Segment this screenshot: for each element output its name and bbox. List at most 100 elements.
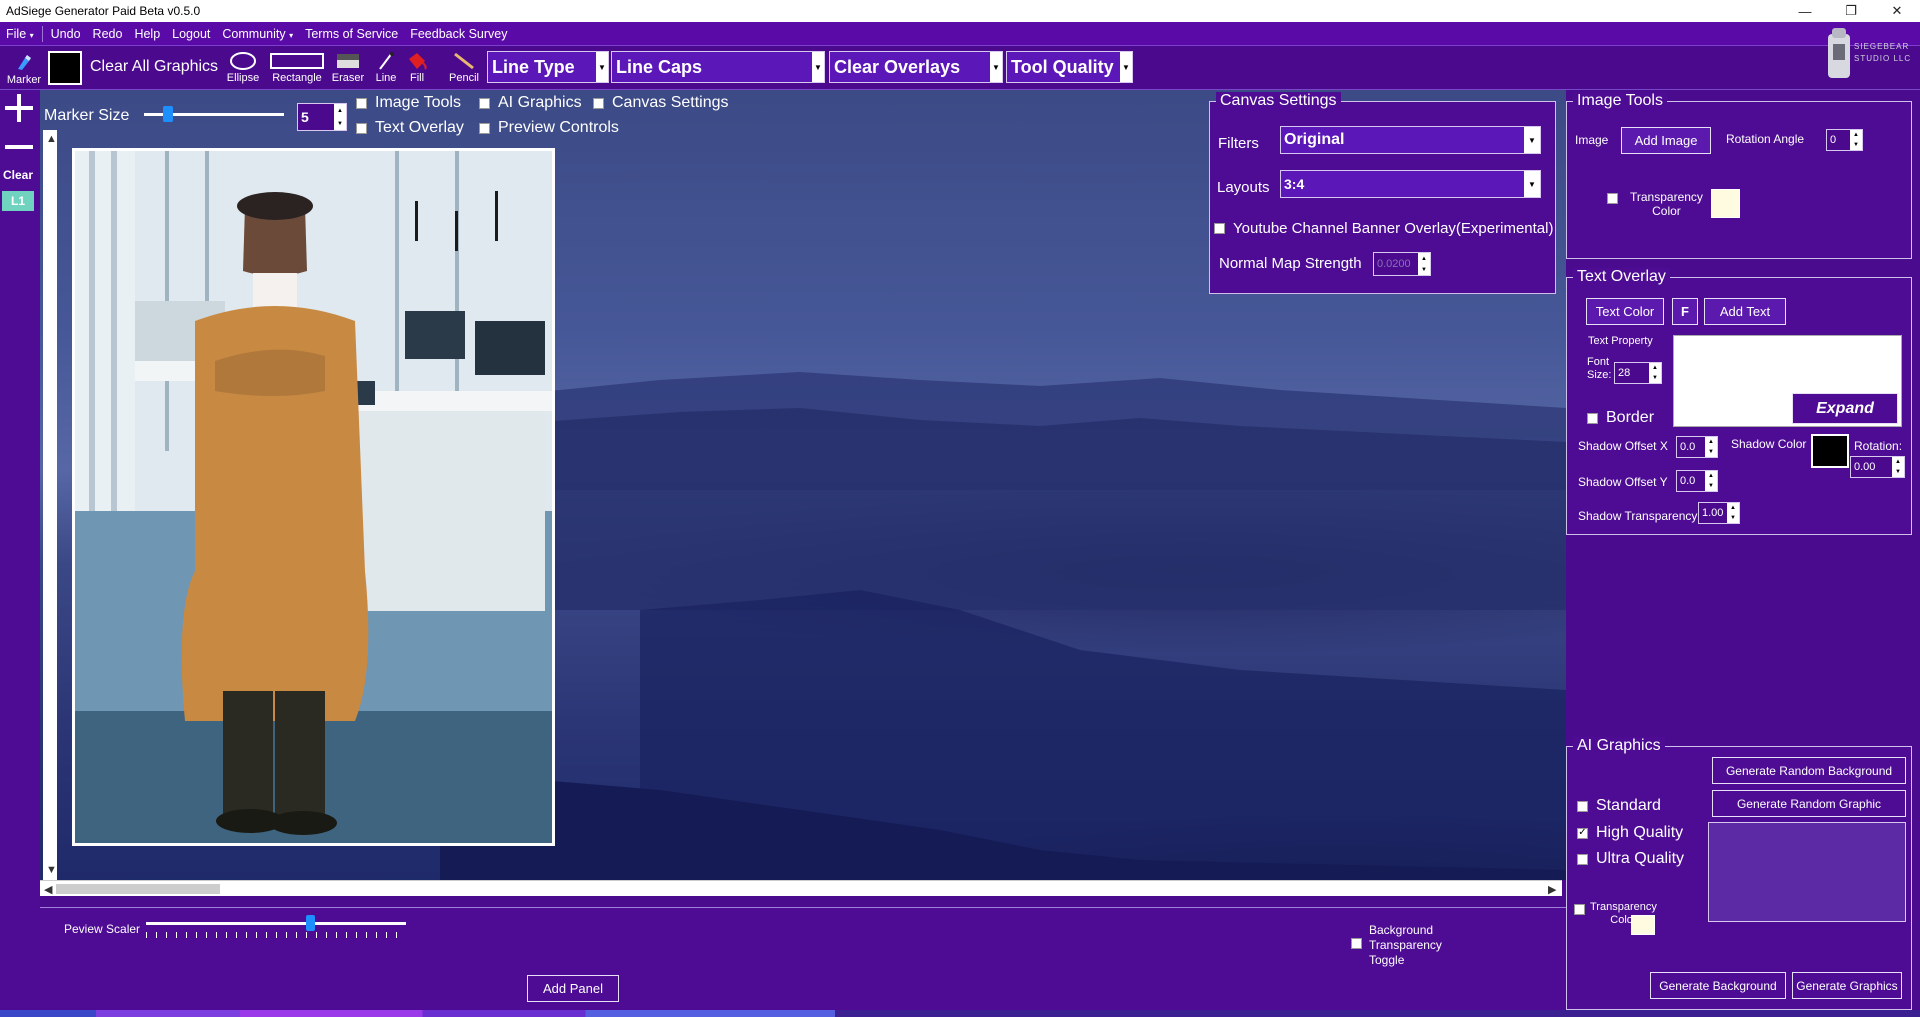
layer-l1[interactable]: L1 xyxy=(2,191,34,211)
generate-random-background-button[interactable]: Generate Random Background xyxy=(1712,757,1906,784)
preview-controls-toggle[interactable]: Preview Controls xyxy=(479,119,619,137)
stepper-arrows-icon[interactable]: ▲ ▼ xyxy=(1418,253,1430,275)
line-type-dropdown[interactable]: Line Type ▼ xyxy=(487,51,609,83)
normal-map-strength-stepper[interactable]: 0.0200 ▲ ▼ xyxy=(1373,252,1431,276)
chevron-down-icon: ▼ xyxy=(1524,171,1540,197)
text-overlay-toggle[interactable]: Text Overlay xyxy=(356,119,464,137)
line-tool[interactable]: Line xyxy=(370,50,402,84)
youtube-banner-label: Youtube Channel Banner Overlay(Experimen… xyxy=(1233,220,1554,237)
image-transparency-color-swatch[interactable] xyxy=(1711,189,1740,218)
pencil-tool[interactable]: Pencil xyxy=(446,50,482,84)
image-transparency-checkbox[interactable] xyxy=(1607,193,1626,204)
standard-quality-checkbox[interactable]: Standard xyxy=(1577,797,1661,815)
generate-random-graphic-button[interactable]: Generate Random Graphic xyxy=(1712,790,1906,817)
clear-layers-button[interactable]: Clear xyxy=(3,168,33,182)
menu-file[interactable]: File ▾ xyxy=(0,27,40,41)
remove-layer-icon[interactable] xyxy=(3,139,35,149)
scroll-right-icon[interactable]: ▶ xyxy=(1548,883,1556,896)
add-panel-button[interactable]: Add Panel xyxy=(527,975,619,1002)
checkbox-box[interactable] xyxy=(1587,412,1598,424)
minimize-button[interactable]: — xyxy=(1782,0,1828,22)
checkbox-box[interactable] xyxy=(479,97,490,109)
checkbox-box[interactable] xyxy=(479,122,490,134)
main-image-preview[interactable] xyxy=(72,148,555,846)
scroll-up-icon[interactable]: ▲ xyxy=(46,133,57,145)
checkbox-box[interactable] xyxy=(1577,800,1588,812)
ai-transparency-color-swatch[interactable] xyxy=(1631,915,1655,935)
menu-redo[interactable]: Redo xyxy=(87,27,129,41)
shadow-transparency-stepper[interactable]: 1.00 ▲ ▼ xyxy=(1698,502,1740,524)
checkbox-box[interactable] xyxy=(1351,938,1362,949)
restore-button[interactable]: ❐ xyxy=(1828,0,1874,22)
fill-tool[interactable]: Fill xyxy=(404,50,430,84)
logo-text-1: SIEGEBEAR xyxy=(1854,42,1910,51)
ai-graphics-toggle[interactable]: AI Graphics xyxy=(479,94,582,112)
tool-quality-dropdown[interactable]: Tool Quality ▼ xyxy=(1006,51,1133,83)
canvas-settings-toggle[interactable]: Canvas Settings xyxy=(593,94,729,112)
high-quality-checkbox[interactable]: ✓ High Quality xyxy=(1577,824,1683,842)
marker-color-swatch[interactable] xyxy=(48,51,82,85)
stepper-arrows-icon[interactable]: ▲ ▼ xyxy=(334,104,346,130)
generate-graphics-button[interactable]: Generate Graphics xyxy=(1792,972,1902,999)
ellipse-tool[interactable]: Ellipse xyxy=(224,50,262,84)
text-rotation-stepper[interactable]: 0.00 ▲ ▼ xyxy=(1850,456,1905,478)
vertical-scrollbar[interactable]: ▲ ▼ xyxy=(43,130,57,880)
scroll-left-icon[interactable]: ◀ xyxy=(44,883,52,896)
close-button[interactable]: ✕ xyxy=(1874,0,1920,22)
text-color-button[interactable]: Text Color xyxy=(1586,298,1664,325)
clear-overlays-dropdown[interactable]: Clear Overlays ▼ xyxy=(829,51,1003,83)
stepper-arrows-icon[interactable]: ▲ ▼ xyxy=(1649,363,1661,383)
eraser-tool[interactable]: Eraser xyxy=(330,50,366,84)
shadow-offset-x-stepper[interactable]: 0.0 ▲ ▼ xyxy=(1676,436,1718,458)
menu-community[interactable]: Community ▾ xyxy=(216,27,299,41)
preview-scaler-slider-thumb[interactable] xyxy=(305,915,315,931)
menu-terms[interactable]: Terms of Service xyxy=(299,27,404,41)
border-checkbox[interactable]: Border xyxy=(1587,409,1654,427)
rectangle-tool[interactable]: Rectangle xyxy=(268,50,326,84)
stepper-arrows-icon[interactable]: ▲ ▼ xyxy=(1892,457,1904,477)
checkmark-icon[interactable]: ✓ xyxy=(1577,827,1588,839)
ultra-quality-checkbox[interactable]: Ultra Quality xyxy=(1577,850,1684,868)
checkbox-box[interactable] xyxy=(1574,904,1585,915)
menu-feedback[interactable]: Feedback Survey xyxy=(404,27,513,41)
checkbox-box[interactable] xyxy=(356,97,367,109)
shadow-color-swatch[interactable] xyxy=(1811,434,1849,468)
checkbox-box[interactable] xyxy=(1214,223,1225,234)
rotation-angle-stepper[interactable]: 0 ▲ ▼ xyxy=(1826,129,1863,151)
shadow-offset-y-stepper[interactable]: 0.0 ▲ ▼ xyxy=(1676,470,1718,492)
layouts-dropdown[interactable]: 3:4 ▼ xyxy=(1280,170,1541,198)
add-text-button[interactable]: Add Text xyxy=(1704,298,1786,325)
line-icon xyxy=(376,50,396,72)
line-caps-dropdown[interactable]: Line Caps ▼ xyxy=(611,51,825,83)
checkbox-box[interactable] xyxy=(1577,853,1588,865)
filters-dropdown[interactable]: Original ▼ xyxy=(1280,126,1541,154)
menu-undo[interactable]: Undo xyxy=(45,27,87,41)
font-size-stepper[interactable]: 28 ▲ ▼ xyxy=(1614,362,1662,384)
stepper-arrows-icon[interactable]: ▲ ▼ xyxy=(1705,471,1717,491)
expand-button[interactable]: Expand xyxy=(1792,393,1898,424)
add-layer-icon[interactable] xyxy=(3,92,35,124)
stepper-arrows-icon[interactable]: ▲ ▼ xyxy=(1727,503,1739,523)
preview-scaler-slider-track[interactable] xyxy=(146,922,406,925)
checkbox-box[interactable] xyxy=(356,122,367,134)
marker-size-slider-thumb[interactable] xyxy=(162,106,173,122)
image-label: Image xyxy=(1575,133,1609,147)
menu-help[interactable]: Help xyxy=(128,27,166,41)
scroll-down-icon[interactable]: ▼ xyxy=(46,864,57,876)
checkbox-box[interactable] xyxy=(593,97,604,109)
stepper-arrows-icon[interactable]: ▲ ▼ xyxy=(1705,437,1717,457)
marker-tool[interactable]: Marker xyxy=(4,52,44,86)
youtube-banner-overlay-checkbox[interactable]: Youtube Channel Banner Overlay(Experimen… xyxy=(1214,220,1553,237)
checkbox-box[interactable] xyxy=(1607,193,1618,204)
horizontal-scrollbar[interactable]: ◀ ▶ xyxy=(40,880,1562,896)
background-transparency-toggle[interactable] xyxy=(1351,938,1370,949)
generate-background-button[interactable]: Generate Background xyxy=(1650,972,1786,999)
scrollbar-thumb[interactable] xyxy=(56,884,220,894)
add-image-button[interactable]: Add Image xyxy=(1621,127,1711,154)
menu-logout[interactable]: Logout xyxy=(166,27,216,41)
stepper-arrows-icon[interactable]: ▲ ▼ xyxy=(1850,130,1862,150)
marker-size-stepper[interactable]: 5 ▲ ▼ xyxy=(297,103,347,131)
clear-all-graphics-button[interactable]: Clear All Graphics xyxy=(90,58,218,76)
font-button[interactable]: F xyxy=(1672,298,1698,325)
image-tools-toggle[interactable]: Image Tools xyxy=(356,94,461,112)
